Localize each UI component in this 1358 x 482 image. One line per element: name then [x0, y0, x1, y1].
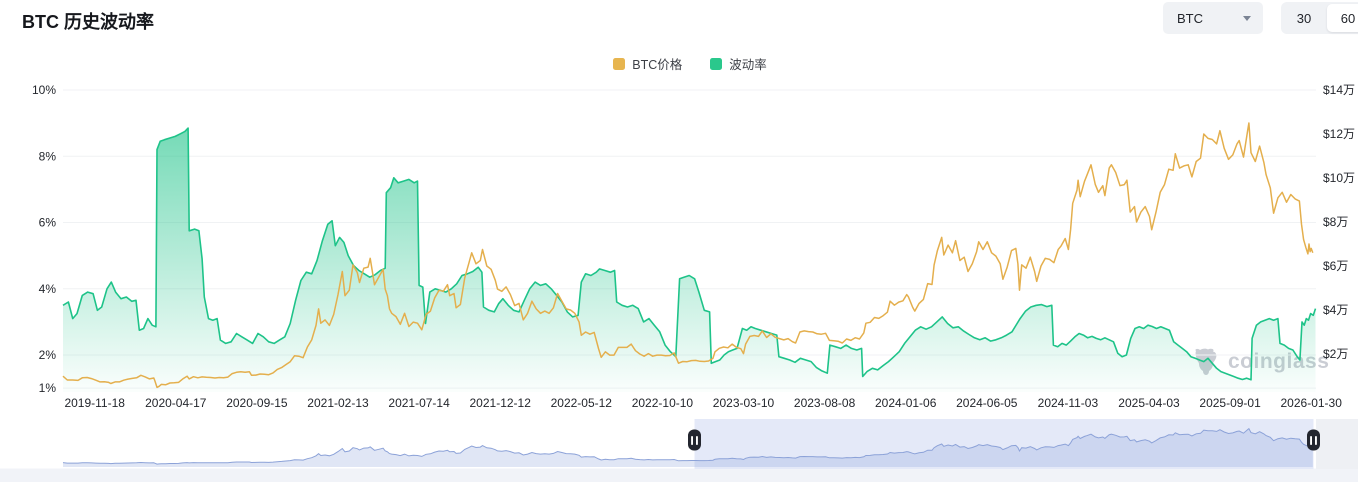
- x-axis-tick: 2024-06-05: [956, 396, 1018, 410]
- legend-item-btc-price[interactable]: BTC价格: [613, 54, 682, 73]
- y-axis-right-tick: $10万: [1323, 171, 1355, 185]
- y-axis-right-tick: $4万: [1323, 303, 1348, 317]
- y-axis-left-tick: 8%: [39, 149, 57, 163]
- legend-label: BTC价格: [632, 58, 683, 72]
- chart-legend: BTC价格 波动率: [0, 54, 1358, 73]
- btc-price-swatch-icon: [613, 57, 626, 70]
- x-axis-tick: 2024-11-03: [1038, 396, 1099, 410]
- x-axis-tick: 2022-10-10: [632, 396, 694, 410]
- y-axis-right-tick: $6万: [1323, 259, 1348, 273]
- x-axis-tick: 2023-08-08: [794, 396, 856, 410]
- x-axis-tick: 2021-07-14: [388, 396, 450, 410]
- pause-icon: [696, 436, 698, 445]
- x-axis-tick: 2021-02-13: [307, 396, 369, 410]
- x-axis-tick: 2025-09-01: [1199, 396, 1261, 410]
- x-axis-tick: 2022-05-12: [551, 396, 613, 410]
- page-title: BTC 历史波动率: [22, 12, 154, 32]
- pause-icon: [1315, 436, 1317, 445]
- chevron-down-icon: [1243, 15, 1251, 21]
- y-axis-left-tick: 6%: [39, 216, 57, 230]
- x-axis-tick: 2025-04-03: [1118, 396, 1180, 410]
- y-axis-right-tick: $12万: [1323, 127, 1355, 141]
- y-axis-left-tick: 4%: [39, 282, 57, 296]
- window-option-60[interactable]: 60: [1327, 4, 1358, 32]
- y-axis-right-tick: $8万: [1323, 215, 1348, 229]
- x-axis-tick: 2023-03-10: [713, 396, 775, 410]
- symbol-select-value: BTC: [1177, 10, 1203, 26]
- legend-label: 波动率: [729, 58, 767, 72]
- volatility-swatch-icon: [710, 57, 723, 70]
- x-axis-tick: 2020-04-17: [145, 396, 207, 410]
- y-axis-left-tick: 1%: [39, 381, 57, 395]
- navigator-right-margin: [1316, 419, 1358, 469]
- navigator-bottom-strip: [0, 468, 1358, 482]
- pause-icon: [691, 436, 693, 445]
- y-axis-left-tick: 10%: [32, 83, 56, 97]
- pause-icon: [1310, 436, 1312, 445]
- window-length-segmented-control: 30 60: [1281, 2, 1358, 34]
- y-axis-right-tick: $14万: [1323, 83, 1355, 97]
- legend-item-volatility[interactable]: 波动率: [710, 54, 767, 73]
- x-axis-tick: 2021-12-12: [470, 396, 532, 410]
- x-axis-tick: 2024-01-06: [875, 396, 937, 410]
- navigator-handle-right[interactable]: [1307, 429, 1320, 451]
- symbol-select-dropdown[interactable]: BTC: [1163, 2, 1263, 34]
- window-option-30[interactable]: 30: [1283, 4, 1325, 32]
- navigator-handle-left[interactable]: [688, 429, 701, 451]
- x-axis-tick: 2019-11-18: [64, 396, 125, 410]
- x-axis-tick: 2020-09-15: [226, 396, 288, 410]
- y-axis-right-tick: $2万: [1323, 347, 1348, 361]
- x-axis-tick: 2026-01-30: [1281, 396, 1343, 410]
- y-axis-left-tick: 2%: [39, 348, 57, 362]
